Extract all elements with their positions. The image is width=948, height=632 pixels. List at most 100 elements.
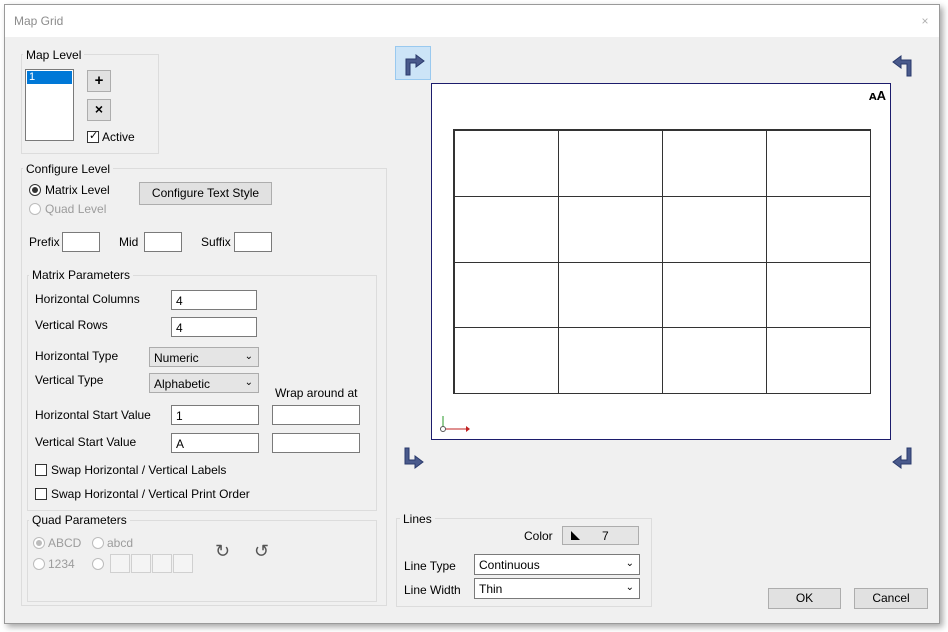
level-list-item[interactable]: 1 <box>27 71 72 84</box>
title-bar: Map Grid × <box>5 5 939 37</box>
map-grid-dialog: Map Grid × Map Level 1 + × ✓ Active Conf… <box>4 4 940 624</box>
horizontal-type-label: Horizontal Type <box>35 349 119 363</box>
grid-cell <box>662 130 767 197</box>
horizontal-start-input[interactable]: 1 <box>171 405 259 425</box>
quad-level-label: Quad Level <box>45 202 107 216</box>
swap-labels-checkbox[interactable] <box>35 464 47 476</box>
color-value: 7 <box>602 529 609 543</box>
prefix-label: Prefix <box>29 235 60 249</box>
horizontal-columns-input[interactable]: 4 <box>171 290 257 310</box>
mid-input[interactable] <box>144 232 182 252</box>
grid-cell <box>558 327 663 394</box>
grid-cell <box>558 261 663 329</box>
color-label: Color <box>524 529 553 543</box>
horizontal-type-value: Numeric <box>154 351 199 365</box>
grid-cell <box>662 261 767 329</box>
vertical-type-select[interactable]: Alphabetic ⌄ <box>149 373 259 393</box>
suffix-input[interactable] <box>234 232 272 252</box>
vertical-rows-input[interactable]: 4 <box>171 317 257 337</box>
corner-top-left-icon <box>405 54 425 76</box>
add-level-button[interactable]: + <box>87 70 111 92</box>
horizontal-wrap-input[interactable] <box>272 405 360 425</box>
suffix-label: Suffix <box>201 235 231 249</box>
chevron-down-icon: ⌄ <box>625 558 634 569</box>
horizontal-start-label: Horizontal Start Value <box>35 408 151 422</box>
wrap-around-label: Wrap around at <box>275 386 358 400</box>
grid-cell <box>558 195 663 263</box>
quad-level-radio[interactable] <box>29 203 41 215</box>
quad-numeric-radio[interactable] <box>33 558 45 570</box>
grid-cell <box>766 130 871 197</box>
swap-print-order-label: Swap Horizontal / Vertical Print Order <box>51 487 250 501</box>
text-size-icon[interactable]: ᴀA <box>869 88 886 103</box>
corner-bottom-right-button[interactable] <box>889 444 925 478</box>
quad-cell[interactable] <box>173 554 193 573</box>
chevron-down-icon: ⌄ <box>244 351 253 362</box>
grid-cell <box>766 261 871 329</box>
chevron-down-icon: ⌄ <box>625 582 634 593</box>
window-title: Map Grid <box>14 14 64 28</box>
x-icon: × <box>94 101 104 117</box>
quad-upper-radio[interactable] <box>33 537 45 549</box>
horizontal-columns-label: Horizontal Columns <box>35 292 140 306</box>
corner-top-right-icon <box>892 55 912 77</box>
ok-button[interactable]: OK <box>768 588 841 609</box>
grid-cell <box>454 261 559 329</box>
color-picker-button[interactable]: 7 <box>562 526 639 545</box>
active-label: Active <box>102 130 135 144</box>
quad-cell[interactable] <box>110 554 130 573</box>
quad-numeric-label: 1234 <box>48 557 75 571</box>
matrix-parameters-label: Matrix Parameters <box>29 268 134 282</box>
cancel-button[interactable]: Cancel <box>854 588 928 609</box>
prefix-input[interactable] <box>62 232 100 252</box>
vertical-start-input[interactable]: A <box>171 433 259 453</box>
vertical-start-label: Vertical Start Value <box>35 435 137 449</box>
corner-top-right-button[interactable] <box>889 48 925 82</box>
grid-cell <box>662 195 767 263</box>
grid-cell <box>454 130 559 197</box>
axis-origin-icon <box>440 416 470 432</box>
quad-upper-label: ABCD <box>48 536 82 550</box>
configure-text-style-button[interactable]: Configure Text Style <box>139 182 272 205</box>
line-width-select[interactable]: Thin ⌄ <box>474 578 640 599</box>
mid-label: Mid <box>119 235 139 249</box>
line-type-label: Line Type <box>404 559 456 573</box>
quad-lower-label: abcd <box>107 536 134 550</box>
line-width-label: Line Width <box>404 583 461 597</box>
quad-cell[interactable] <box>131 554 151 573</box>
quad-custom-radio[interactable] <box>92 558 104 570</box>
quad-parameters-group <box>27 520 377 602</box>
grid-cell <box>766 327 871 394</box>
line-type-select[interactable]: Continuous ⌄ <box>474 554 640 575</box>
grid-cell <box>454 195 559 263</box>
corner-bottom-left-button[interactable] <box>395 444 431 478</box>
close-icon[interactable]: × <box>917 13 933 29</box>
line-width-value: Thin <box>479 582 503 596</box>
vertical-type-value: Alphabetic <box>154 377 211 391</box>
color-swatch-icon <box>571 531 580 540</box>
vertical-wrap-input[interactable] <box>272 433 360 453</box>
vertical-type-label: Vertical Type <box>35 373 104 387</box>
corner-top-left-button[interactable] <box>395 46 431 80</box>
horizontal-type-select[interactable]: Numeric ⌄ <box>149 347 259 367</box>
active-checkbox[interactable]: ✓ <box>87 130 99 143</box>
remove-level-button[interactable]: × <box>87 99 111 121</box>
grid-cell <box>662 327 767 394</box>
vertical-rows-label: Vertical Rows <box>35 318 108 332</box>
swap-print-order-checkbox[interactable] <box>35 488 47 500</box>
corner-bottom-left-icon <box>404 447 424 469</box>
corner-bottom-right-icon <box>892 447 912 469</box>
map-level-label: Map Level <box>23 48 85 62</box>
rotate-counterclockwise-icon[interactable]: ↺ <box>254 541 269 562</box>
quad-lower-radio[interactable] <box>92 537 104 549</box>
quad-cell[interactable] <box>152 554 172 573</box>
swap-labels-label: Swap Horizontal / Vertical Labels <box>51 463 227 477</box>
grid-cell <box>454 327 559 394</box>
level-list[interactable]: 1 <box>25 69 74 141</box>
matrix-level-label: Matrix Level <box>45 183 110 197</box>
rotate-clockwise-icon[interactable]: ↻ <box>215 541 230 562</box>
quad-custom-cells <box>110 554 194 573</box>
grid-preview-canvas: ᴀA <box>431 83 891 440</box>
grid-cell <box>766 195 871 263</box>
matrix-level-radio[interactable] <box>29 184 41 196</box>
